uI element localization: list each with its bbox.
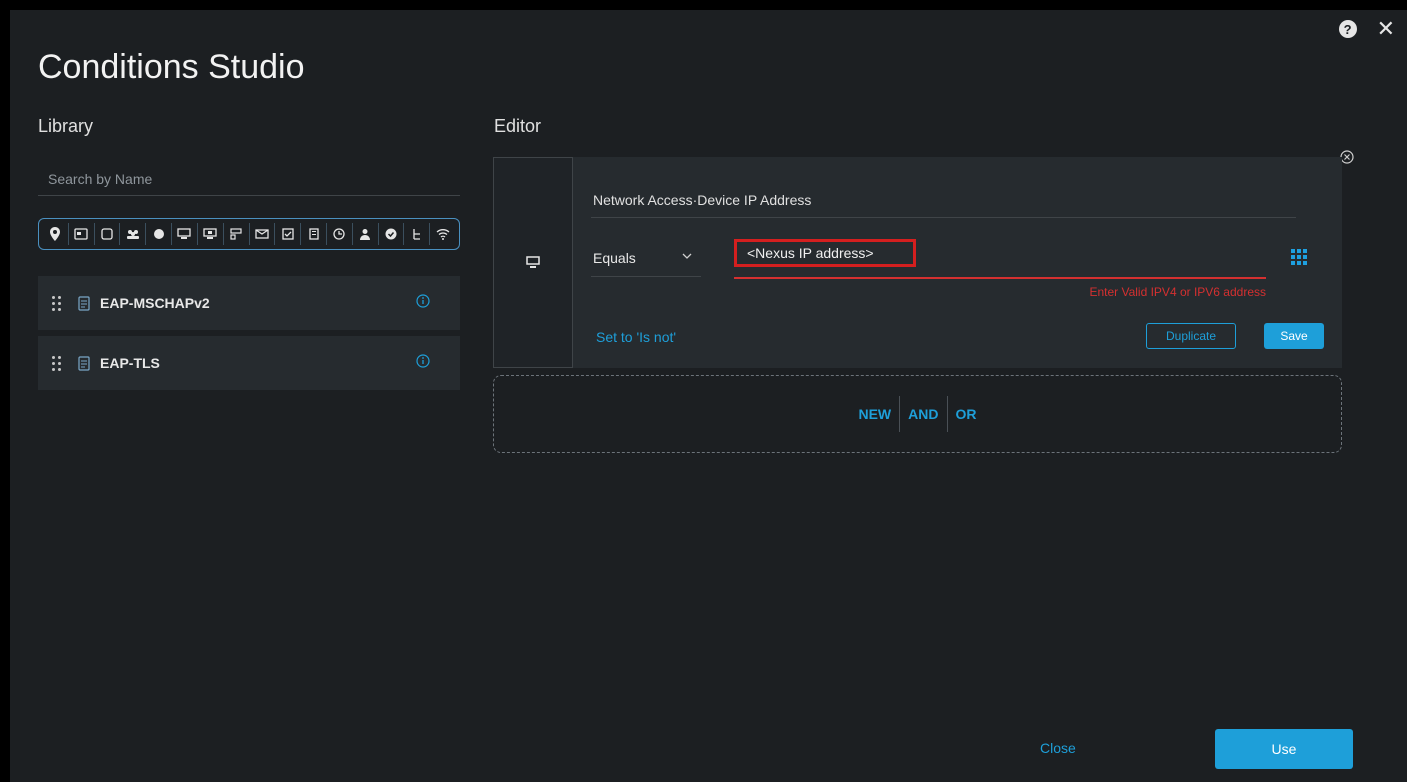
info-icon[interactable]: [416, 354, 430, 368]
conditions-studio-dialog: ? ✕ Conditions Studio Library Search by …: [10, 10, 1407, 782]
id-card-icon[interactable]: [69, 223, 95, 245]
search-input[interactable]: [38, 162, 460, 196]
check-circle-icon[interactable]: [379, 223, 405, 245]
clock-icon[interactable]: [327, 223, 353, 245]
document-icon: [78, 295, 90, 311]
new-and-or-panel: NEW AND OR: [493, 375, 1342, 453]
doc-check-icon[interactable]: [275, 223, 302, 245]
operator-select[interactable]: Equals: [591, 239, 701, 277]
attribute-underline: [591, 217, 1296, 218]
chevron-down-icon: [682, 253, 692, 259]
network-icon[interactable]: [224, 223, 250, 245]
page-title: Conditions Studio: [38, 48, 305, 86]
close-button[interactable]: Close: [1040, 740, 1076, 756]
new-button[interactable]: NEW: [850, 406, 899, 422]
building-icon[interactable]: [301, 223, 327, 245]
attribute-name[interactable]: Network Access·Device IP Address: [593, 192, 811, 208]
grid-icon[interactable]: [1291, 249, 1307, 265]
condition-type-panel: [493, 157, 573, 368]
library-label: Library: [38, 116, 94, 136]
library-item-label: EAP-MSCHAPv2: [100, 295, 210, 311]
location-icon[interactable]: [43, 223, 69, 245]
info-icon[interactable]: [416, 294, 430, 308]
drag-handle-icon[interactable]: [52, 295, 62, 311]
group-icon[interactable]: [120, 223, 147, 245]
use-button[interactable]: Use: [1215, 729, 1353, 769]
drag-handle-icon[interactable]: [52, 355, 62, 371]
library-item-label: EAP-TLS: [100, 355, 160, 371]
dialog-top-icons: ? ✕: [1338, 18, 1395, 40]
condition-editor-card: Network Access·Device IP Address Equals …: [493, 157, 1342, 368]
library-filter-bar: [38, 218, 460, 250]
square-icon[interactable]: [95, 223, 121, 245]
validation-error: Enter Valid IPV4 or IPV6 address: [1089, 285, 1266, 299]
set-is-not-link[interactable]: Set to 'Is not': [596, 329, 676, 345]
help-icon[interactable]: ?: [1338, 20, 1357, 38]
duplicate-button[interactable]: Duplicate: [1146, 323, 1236, 349]
library-item[interactable]: EAP-TLS: [38, 336, 460, 390]
or-button[interactable]: OR: [948, 406, 985, 422]
and-button[interactable]: AND: [900, 406, 946, 422]
operator-value: Equals: [593, 249, 636, 266]
save-button[interactable]: Save: [1264, 323, 1324, 349]
value-text[interactable]: <Nexus IP address>: [734, 239, 916, 267]
remove-condition-icon[interactable]: [1340, 150, 1354, 164]
wifi-icon[interactable]: [430, 223, 455, 245]
user-icon[interactable]: [353, 223, 379, 245]
tree-icon[interactable]: [404, 223, 431, 245]
mail-icon[interactable]: [250, 223, 276, 245]
globe-icon[interactable]: [146, 223, 173, 245]
editor-label: Editor: [494, 116, 542, 136]
screen-icon[interactable]: [198, 223, 224, 245]
library-item[interactable]: EAP-MSCHAPv2: [38, 276, 460, 330]
document-icon: [78, 355, 90, 371]
value-input[interactable]: <Nexus IP address>: [734, 239, 1266, 279]
monitor-icon: [526, 256, 540, 268]
monitor-icon[interactable]: [172, 223, 198, 245]
close-icon[interactable]: ✕: [1377, 18, 1395, 40]
